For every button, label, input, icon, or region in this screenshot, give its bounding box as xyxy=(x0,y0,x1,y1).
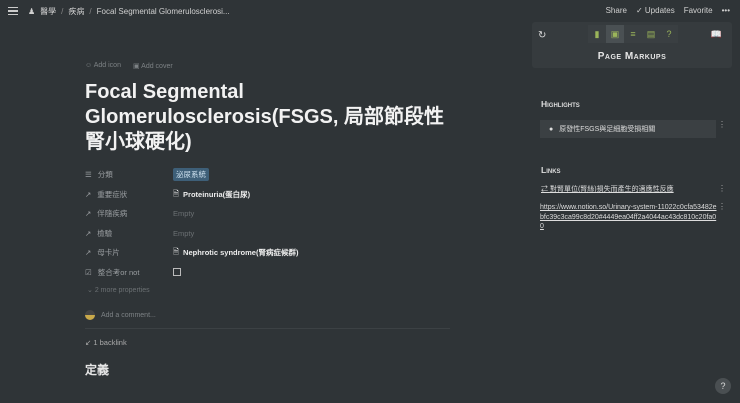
section-heading[interactable]: 定義 xyxy=(85,361,450,378)
relation-link[interactable]: Proteinuria(蛋白尿) xyxy=(183,189,250,200)
property-row: ↗ 伴隨疾病 Empty xyxy=(85,204,450,224)
checkbox-property-icon: ☑ xyxy=(85,267,92,277)
more-button[interactable]: ••• xyxy=(722,6,730,15)
updates-button[interactable]: ✓ Updates xyxy=(636,6,675,15)
add-cover-label: Add cover xyxy=(141,63,173,70)
property-name[interactable]: 母卡片 xyxy=(97,247,120,258)
property-row: ☰ 分類 泌尿系統 xyxy=(85,165,450,185)
page-markups-icon[interactable]: ▣ xyxy=(606,25,624,43)
backlink-label: 1 backlink xyxy=(93,338,127,347)
add-icon-label: Add icon xyxy=(93,62,121,69)
favorite-button[interactable]: Favorite xyxy=(684,6,713,15)
highlights-heading: Highlights xyxy=(541,99,580,109)
breadcrumb-separator: / xyxy=(61,6,64,16)
tag[interactable]: 泌尿系統 xyxy=(173,168,209,182)
more-properties-label: 2 more properties xyxy=(94,287,150,294)
relation-link[interactable]: Nephrotic syndrome(腎病症候群) xyxy=(183,247,298,258)
property-value-empty[interactable]: Empty xyxy=(173,209,194,218)
updates-label: Updates xyxy=(644,6,675,15)
breadcrumb-item[interactable]: 疾病 xyxy=(68,6,84,17)
comment-placeholder: Add a comment... xyxy=(101,311,156,319)
property-row: ↗ 檢驗 Empty xyxy=(85,224,450,244)
drag-handle-icon[interactable]: ⋮ xyxy=(718,120,726,129)
top-bar: ♟ 醫學 / 疾病 / Focal Segmental Glomeruloscl… xyxy=(0,0,740,22)
markup-toolbar: ▮ ▣ ≡ ▤ ? xyxy=(588,25,678,43)
relation-arrow-icon: ↗ xyxy=(85,248,92,258)
properties: ☰ 分類 泌尿系統 ↗ 重要症狀 🗎 Proteinuria(蛋白尿) ↗ 伴隨疾病 Empt… xyxy=(85,165,450,282)
links-heading: Links xyxy=(541,165,561,175)
link-url[interactable]: https://www.notion.so/Urinary-system-110… xyxy=(540,203,720,232)
document-icon[interactable]: ▤ xyxy=(642,25,660,43)
breadcrumb-item[interactable]: 醫學 xyxy=(40,6,56,17)
help-button[interactable]: ? xyxy=(715,378,731,394)
breadcrumb-item[interactable]: Focal Segmental Glomerulosclerosi... xyxy=(97,7,230,16)
property-row: ☑ 整合考or not xyxy=(85,263,450,283)
property-name[interactable]: 重要症狀 xyxy=(97,189,127,200)
relation-arrow-icon: ↗ xyxy=(85,189,92,199)
book-icon[interactable]: 📖 xyxy=(711,29,722,40)
page-title[interactable]: Focal Segmental Glomerulosclerosis(FSGS,… xyxy=(85,80,450,155)
property-row: ↗ 重要症狀 🗎 Proteinuria(蛋白尿) xyxy=(85,185,450,205)
property-name[interactable]: 整合考or not xyxy=(98,267,140,278)
menu-icon[interactable] xyxy=(8,5,18,17)
property-name[interactable]: 檢驗 xyxy=(97,228,112,239)
checkbox[interactable] xyxy=(173,268,181,277)
page-content: ☺ Add icon ▣ Add cover Focal Segmental G… xyxy=(85,62,450,378)
highlight-item[interactable]: ● 原發性FSGS與足細胞受損相關 xyxy=(540,120,716,138)
list-icon: ☰ xyxy=(85,170,92,180)
breadcrumb-separator: / xyxy=(89,6,92,16)
link-item[interactable]: ⇄ 對腎單位(腎絲)損失而產生的適應性反應 xyxy=(541,185,721,195)
property-row: ↗ 母卡片 🗎 Nephrotic syndrome(腎病症候群) xyxy=(85,243,450,263)
highlight-text: 原發性FSGS與足細胞受損相關 xyxy=(559,126,656,133)
drag-handle-icon[interactable]: ⋮ xyxy=(718,202,726,211)
add-icon-button[interactable]: ☺ Add icon xyxy=(85,62,121,70)
link-text: 對腎單位(腎絲)損失而產生的適應性反應 xyxy=(549,186,674,193)
help-circle-icon[interactable]: ? xyxy=(660,25,678,43)
backlink-button[interactable]: ↙ 1 backlink xyxy=(85,338,450,347)
markups-panel-header: ↻ ▮ ▣ ≡ ▤ ? 📖 Page Markups xyxy=(532,22,732,68)
relation-arrow-icon: ↗ xyxy=(85,228,92,238)
notebook-icon[interactable]: ▮ xyxy=(588,25,606,43)
share-button[interactable]: Share xyxy=(606,6,627,15)
page-icon: 🗎 xyxy=(173,188,180,198)
page-icon: 🗎 xyxy=(173,247,180,257)
panel-title: Page Markups xyxy=(597,51,667,62)
comment-input[interactable]: Add a comment... xyxy=(85,310,450,329)
page-icon: ♟ xyxy=(28,6,36,16)
property-value-empty[interactable]: Empty xyxy=(173,229,194,238)
bulb-icon: ● xyxy=(549,125,554,133)
list-icon[interactable]: ≡ xyxy=(624,25,642,43)
more-properties-toggle[interactable]: ⌄ 2 more properties xyxy=(87,286,450,294)
relation-arrow-icon: ↗ xyxy=(85,209,92,219)
breadcrumb: ♟ 醫學 / 疾病 / Focal Segmental Glomeruloscl… xyxy=(28,6,230,17)
property-name[interactable]: 分類 xyxy=(98,169,113,180)
add-cover-button[interactable]: ▣ Add cover xyxy=(133,62,173,70)
refresh-icon[interactable]: ↻ xyxy=(538,30,546,41)
check-icon: ✓ xyxy=(635,6,645,15)
avatar xyxy=(85,310,95,320)
link-icon: ⇄ xyxy=(541,186,550,193)
property-name[interactable]: 伴隨疾病 xyxy=(97,208,127,219)
drag-handle-icon[interactable]: ⋮ xyxy=(718,184,726,193)
